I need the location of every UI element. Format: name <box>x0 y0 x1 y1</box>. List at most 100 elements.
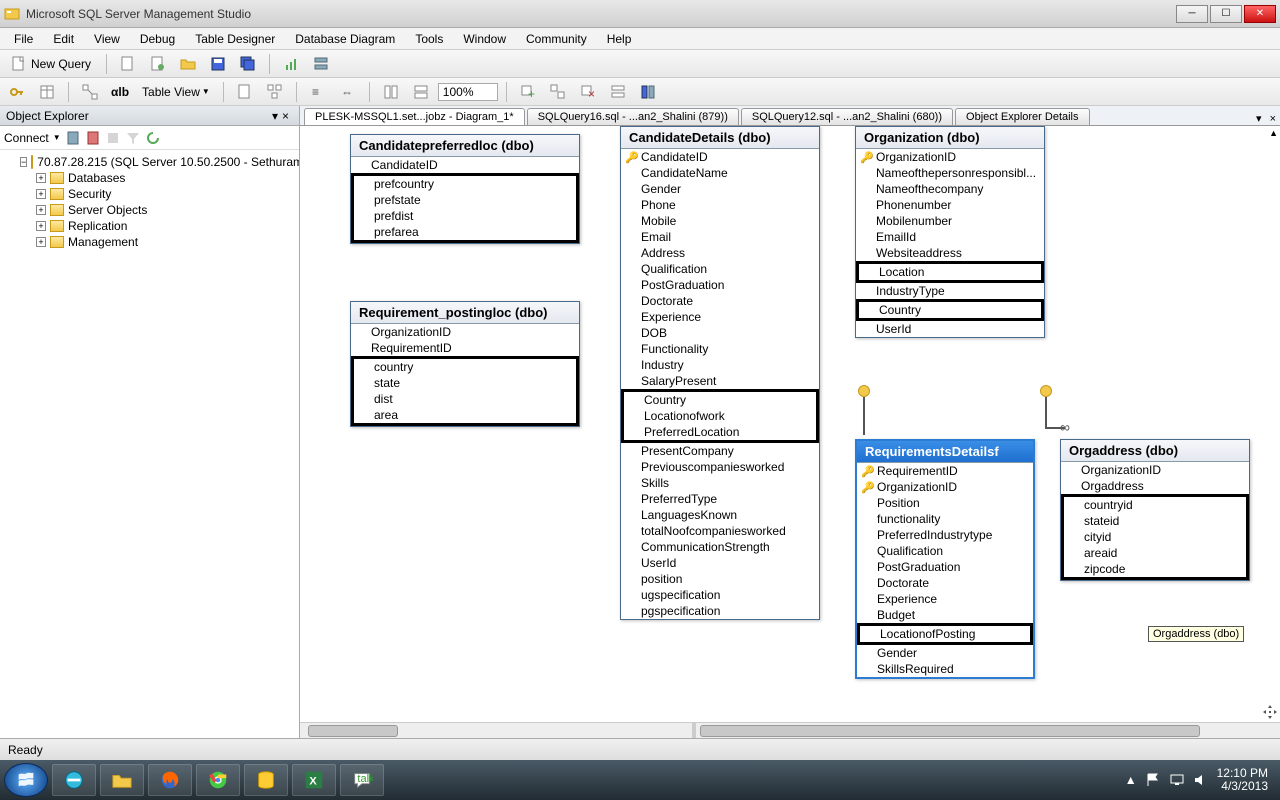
scroll-thumb[interactable] <box>700 725 1200 737</box>
column-row[interactable]: Country <box>624 392 745 408</box>
column-row[interactable]: Mobile <box>621 213 819 229</box>
tree-node[interactable]: +Replication <box>36 218 295 234</box>
column-row[interactable]: pgspecification <box>621 603 819 619</box>
generate-script-button[interactable] <box>605 82 631 102</box>
column-row[interactable]: Nameofthecompany <box>856 181 1044 197</box>
taskbar-ie[interactable] <box>52 764 96 796</box>
column-row[interactable]: Websiteaddress <box>856 245 1044 261</box>
menu-table-designer[interactable]: Table Designer <box>185 30 285 48</box>
connect-server-icon[interactable] <box>65 130 81 146</box>
column-row[interactable]: PreferredLocation <box>624 424 745 440</box>
registered-servers-button[interactable] <box>308 54 334 74</box>
column-row[interactable]: EmailId <box>856 229 1044 245</box>
tree-node[interactable]: +Databases <box>36 170 295 186</box>
recalc-button[interactable] <box>408 82 434 102</box>
scroll-thumb[interactable] <box>308 725 398 737</box>
zoom-combo[interactable] <box>438 83 498 101</box>
minimize-button[interactable]: ─ <box>1176 5 1208 23</box>
menu-file[interactable]: File <box>4 30 43 48</box>
h-scrollbar[interactable] <box>300 722 1280 738</box>
column-row[interactable]: OrganizationID <box>1061 462 1249 478</box>
script-button[interactable] <box>232 82 258 102</box>
column-row[interactable]: Phone <box>621 197 819 213</box>
save-button[interactable] <box>205 54 231 74</box>
column-row[interactable]: Doctorate <box>621 293 819 309</box>
table-candidatedetails[interactable]: CandidateDetails (dbo) 🔑CandidateIDCandi… <box>620 126 820 620</box>
open-project-button[interactable] <box>145 54 171 74</box>
menu-database-diagram[interactable]: Database Diagram <box>285 30 405 48</box>
column-row[interactable]: 🔑OrganizationID <box>856 149 1044 165</box>
column-row[interactable]: ugspecification <box>621 587 819 603</box>
column-row[interactable]: 🔑CandidateID <box>621 149 819 165</box>
tab-query12[interactable]: SQLQuery12.sql - ...an2_Shalini (680)) <box>741 108 953 125</box>
column-row[interactable]: 🔑RequirementID <box>857 463 1033 479</box>
tree-server-node[interactable]: −70.87.28.215 (SQL Server 10.50.2500 - S… <box>20 154 295 170</box>
column-row[interactable]: SkillsRequired <box>857 661 1033 677</box>
arrange-button[interactable] <box>262 82 288 102</box>
clock[interactable]: 12:10 PM 4/3/2013 <box>1217 767 1268 793</box>
column-row[interactable]: Mobilenumber <box>856 213 1044 229</box>
column-row[interactable]: zipcode <box>1064 561 1139 577</box>
tree-node[interactable]: +Management <box>36 234 295 250</box>
column-row[interactable]: CommunicationStrength <box>621 539 819 555</box>
table-orgaddress[interactable]: Orgaddress (dbo) OrganizationIDOrgaddres… <box>1060 439 1250 581</box>
remove-table-button[interactable]: × <box>575 82 601 102</box>
column-row[interactable]: CandidateID <box>351 157 579 173</box>
column-row[interactable]: Gender <box>857 645 1033 661</box>
menu-debug[interactable]: Debug <box>130 30 185 48</box>
close-button[interactable]: ✕ <box>1244 5 1276 23</box>
column-row[interactable]: Address <box>621 245 819 261</box>
column-row[interactable]: UserId <box>856 321 1044 337</box>
column-row[interactable]: countryid <box>1064 497 1139 513</box>
taskbar-gtalk[interactable]: talk <box>340 764 384 796</box>
taskbar-firefox[interactable] <box>148 764 192 796</box>
column-row[interactable]: prefarea <box>354 224 440 240</box>
flag-icon[interactable] <box>1145 772 1161 788</box>
taskbar-ssms[interactable] <box>244 764 288 796</box>
column-row[interactable]: Country <box>859 302 927 318</box>
object-tree[interactable]: −70.87.28.215 (SQL Server 10.50.2500 - S… <box>0 150 299 738</box>
relationship-button[interactable] <box>77 82 103 102</box>
column-row[interactable]: prefcountry <box>354 176 440 192</box>
column-row[interactable]: Experience <box>621 309 819 325</box>
volume-icon[interactable] <box>1193 772 1209 788</box>
column-row[interactable]: Experience <box>857 591 1033 607</box>
add-table-button[interactable]: + <box>515 82 541 102</box>
refresh-tree-icon[interactable] <box>145 130 161 146</box>
menu-edit[interactable]: Edit <box>43 30 84 48</box>
refresh-button[interactable] <box>635 82 661 102</box>
tab-dropdown-icon[interactable]: ▾ <box>1252 112 1266 125</box>
column-row[interactable]: state <box>354 375 419 391</box>
column-row[interactable]: dist <box>354 391 419 407</box>
column-row[interactable]: LocationofPosting <box>860 626 981 642</box>
menu-community[interactable]: Community <box>516 30 597 48</box>
column-row[interactable]: IndustryType <box>856 283 1044 299</box>
menu-tools[interactable]: Tools <box>405 30 453 48</box>
menu-view[interactable]: View <box>84 30 130 48</box>
tab-close-icon[interactable]: × <box>1266 113 1280 125</box>
column-row[interactable]: SalaryPresent <box>621 373 819 389</box>
tree-node[interactable]: +Server Objects <box>36 202 295 218</box>
column-row[interactable]: country <box>354 359 419 375</box>
connect-button[interactable]: Connect <box>4 131 49 145</box>
column-row[interactable]: Nameofthepersonresponsibl... <box>856 165 1044 181</box>
new-table-button[interactable] <box>34 82 60 102</box>
taskbar-chrome[interactable] <box>196 764 240 796</box>
column-row[interactable]: Orgaddress <box>1061 478 1249 494</box>
filter-icon[interactable] <box>125 130 141 146</box>
key-button[interactable] <box>4 82 30 102</box>
network-icon[interactable] <box>1169 772 1185 788</box>
page-break-button[interactable] <box>378 82 404 102</box>
column-row[interactable]: Gender <box>621 181 819 197</box>
column-row[interactable]: Locationofwork <box>624 408 745 424</box>
column-row[interactable]: UserId <box>621 555 819 571</box>
column-row[interactable]: prefstate <box>354 192 440 208</box>
tab-query16[interactable]: SQLQuery16.sql - ...an2_Shalini (879)) <box>527 108 739 125</box>
column-row[interactable]: Position <box>857 495 1033 511</box>
column-row[interactable]: CandidateName <box>621 165 819 181</box>
tab-oe-details[interactable]: Object Explorer Details <box>955 108 1090 125</box>
column-row[interactable]: PresentCompany <box>621 443 819 459</box>
stop-icon[interactable] <box>105 130 121 146</box>
open-folder-button[interactable] <box>175 54 201 74</box>
save-all-button[interactable] <box>235 54 261 74</box>
